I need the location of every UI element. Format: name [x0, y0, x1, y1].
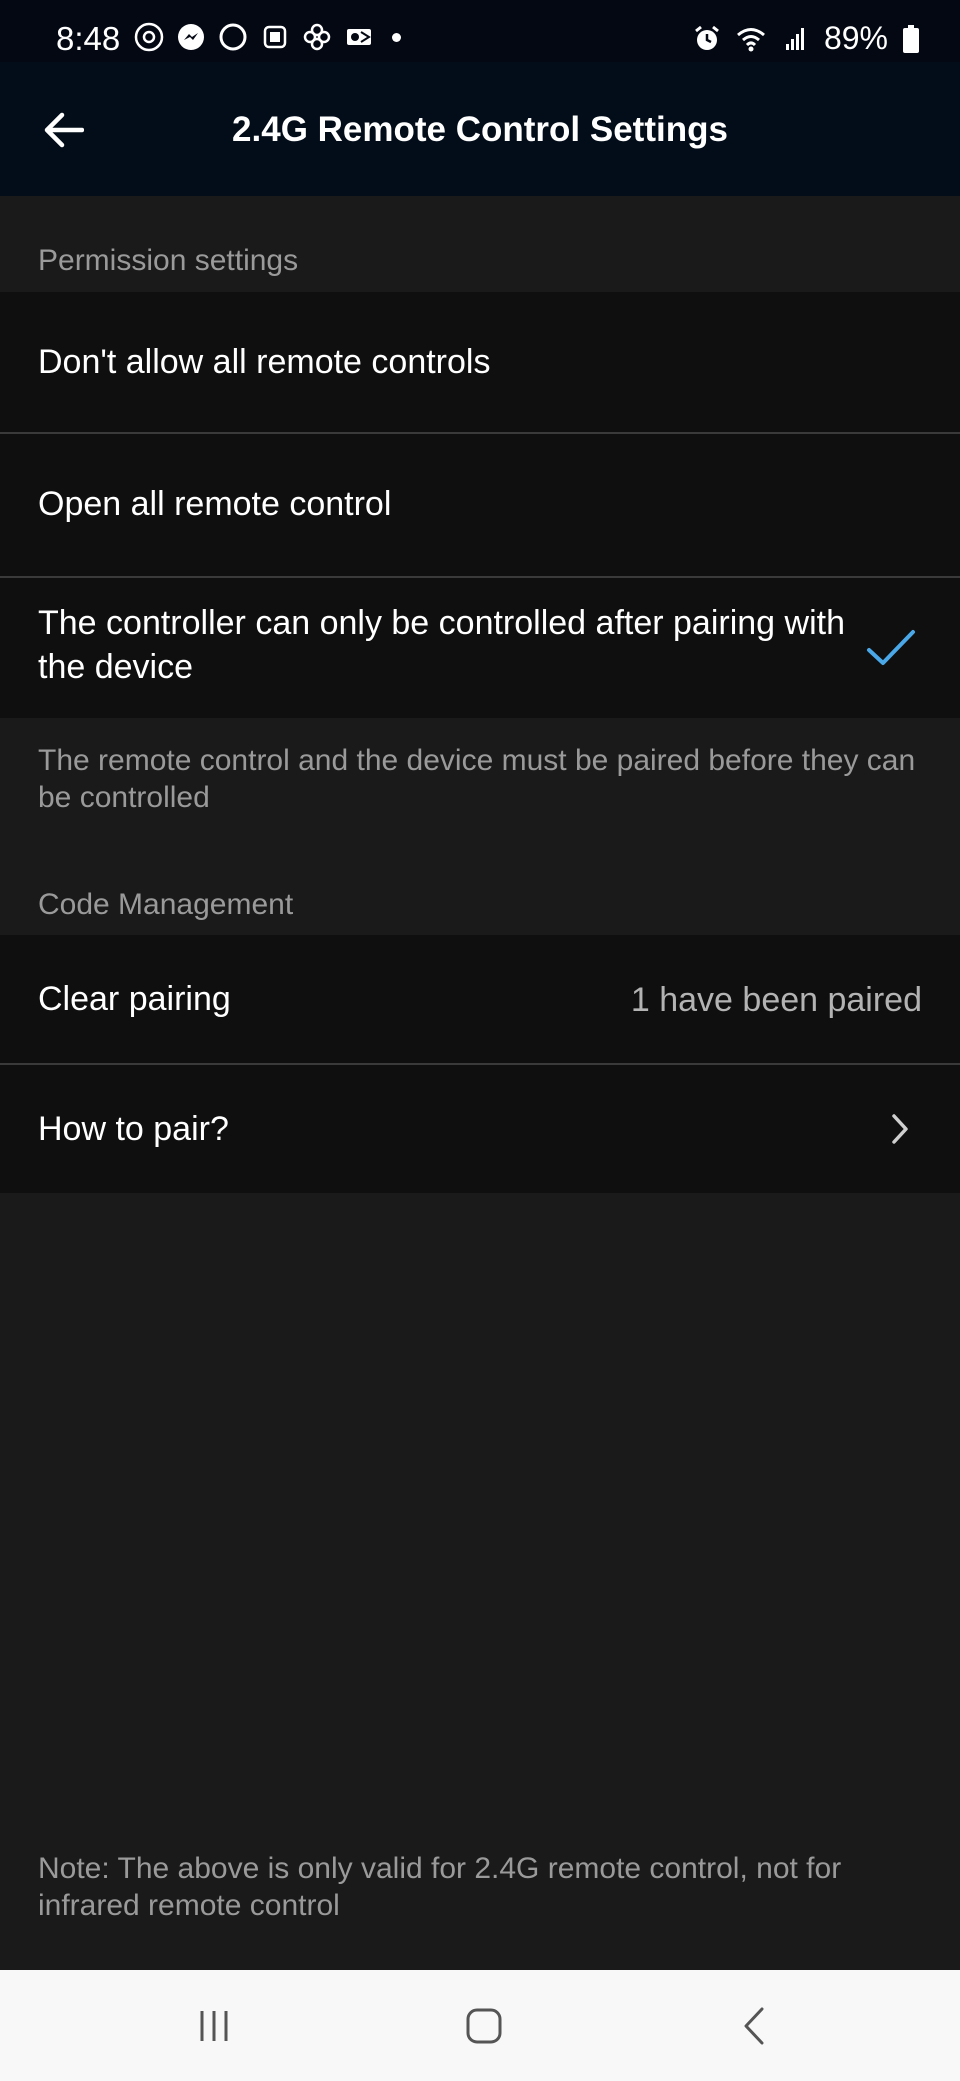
recent-apps-button[interactable] [184, 1998, 244, 2054]
clear-pairing-row[interactable]: Clear pairing 1 have been paired [0, 935, 960, 1063]
option-label: Open all remote control [38, 485, 392, 523]
threads-icon [134, 22, 164, 52]
system-back-button[interactable] [724, 1998, 784, 2054]
recent-apps-icon [200, 2011, 228, 2041]
bottom-note: Note: The above is only valid for 2.4G r… [38, 1852, 842, 1922]
paired-count: 1 have been paired [630, 981, 922, 1019]
system-back-icon [744, 2007, 764, 2045]
more-notifications-dot [392, 32, 401, 42]
option-paired-only[interactable]: The controller can only be controlled af… [0, 578, 960, 718]
circle-app-icon [219, 23, 247, 51]
option-label: The controller can only be controlled af… [38, 604, 845, 686]
app-bar: 2.4G Remote Control Settings [0, 62, 960, 196]
battery-percentage: 89% [823, 20, 888, 56]
option-dont-allow-all[interactable]: Don't allow all remote controls [0, 292, 960, 432]
how-to-pair-row[interactable]: How to pair? [0, 1065, 960, 1193]
checkmark-icon [867, 630, 915, 665]
code-management-header: Code Management [38, 888, 294, 921]
chevron-right-icon [892, 1114, 908, 1144]
status-bar: 8:48 89% [0, 0, 960, 62]
alarm-icon [695, 25, 719, 50]
signal-icon [785, 27, 804, 50]
how-to-pair-label: How to pair? [38, 1110, 229, 1148]
pinwheel-icon [303, 23, 331, 51]
wifi-icon [736, 27, 765, 51]
home-button[interactable] [454, 1998, 514, 2054]
home-icon [466, 2008, 502, 2044]
option-open-all[interactable]: Open all remote control [0, 434, 960, 576]
status-time: 8:48 [56, 20, 121, 57]
clear-pairing-label: Clear pairing [38, 980, 231, 1018]
system-icons: 89% [692, 20, 920, 57]
game-app-icon [263, 25, 287, 49]
system-nav-bar [0, 1970, 960, 2081]
notification-icons [134, 22, 401, 52]
messenger-icon [178, 24, 204, 50]
permission-settings-header: Permission settings [38, 244, 299, 277]
page-title: 2.4G Remote Control Settings [232, 110, 728, 149]
battery-icon [903, 24, 919, 53]
outlook-icon [347, 29, 371, 45]
pairing-helper-text: The remote control and the device must b… [38, 744, 916, 814]
option-label: Don't allow all remote controls [38, 343, 491, 381]
